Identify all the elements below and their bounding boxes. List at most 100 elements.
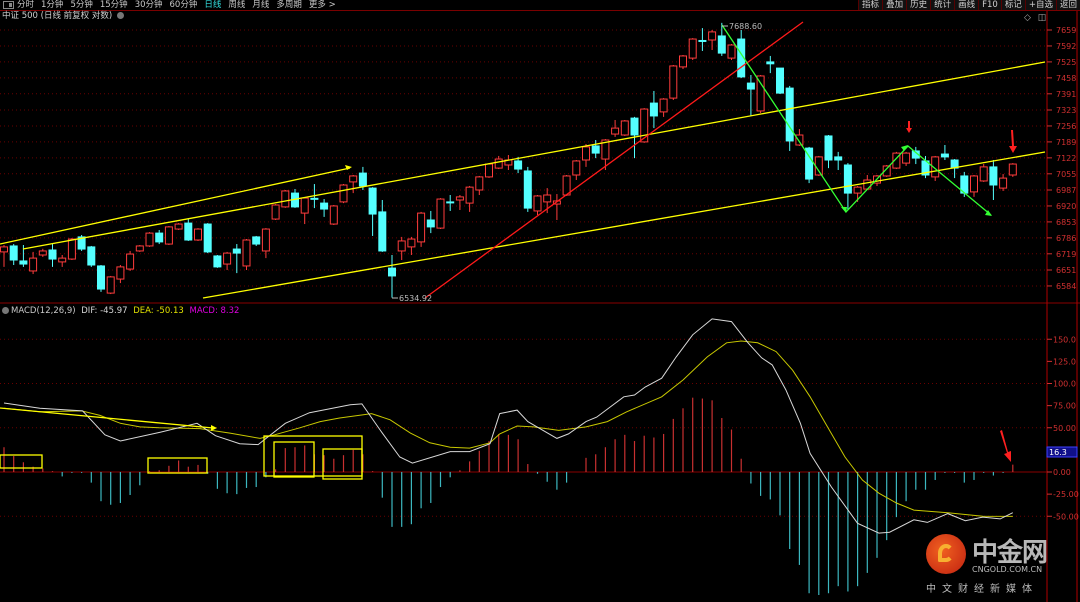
period-more[interactable]: 更多 > [309,0,336,10]
tool-indicator-button[interactable]: 指标 [858,0,883,10]
price-tick-label: 7189 [1056,138,1076,147]
candle-body [203,223,212,253]
price-tick-label: 6584 [1056,282,1076,291]
dif-value: DIF: -45.97 [81,306,128,316]
tool-draw-button[interactable]: 画线 [954,0,979,10]
candle [591,140,600,159]
candle-body [126,253,135,270]
period-weekly[interactable]: 周线 [228,0,245,10]
tool-add-watchlist-button[interactable]: +自选 [1024,0,1056,10]
candle [911,146,920,165]
diamond-icon[interactable]: ◇ [1024,13,1031,23]
price-tick-label: 7323 [1056,106,1076,115]
period-5min[interactable]: 5分钟 [70,0,92,10]
period-daily[interactable]: 日线 [204,0,221,10]
candle-body [475,176,484,191]
candle-body [87,246,96,266]
candle-body [320,202,329,210]
period-30min[interactable]: 30分钟 [135,0,163,10]
candle [999,174,1008,191]
candle [989,160,998,200]
candle-body [698,39,707,42]
candle-body [174,223,183,230]
dea-line [3,340,1013,517]
candle [116,265,125,284]
candle-body [58,257,67,263]
candle-body [485,163,493,178]
panel-icon[interactable]: ◫ [1038,13,1047,23]
period-monthly[interactable]: 月线 [252,0,269,10]
panel-toggle-icon[interactable] [3,1,14,9]
candle-body [436,198,445,229]
candle [1008,163,1017,177]
tool-overlay-button[interactable]: 叠加 [882,0,907,10]
candle-body [223,252,232,265]
candle [902,151,911,166]
candle-body [659,98,668,113]
chart-title-text: 中证 500 (日线 前复权 对数) [2,11,113,21]
period-fenshi[interactable]: 分时 [17,0,34,10]
candle-body [834,156,843,161]
period-1min[interactable]: 1分钟 [41,0,63,10]
price-tick-label: 6719 [1056,250,1076,259]
logo-en: CNGOLD.COM.CN [972,565,1043,574]
candle-body [378,211,387,252]
price-tick-label: 7659 [1056,26,1076,35]
macd-name: MACD(12,26,9) [11,306,76,316]
candle-body [358,172,367,187]
candle-body [853,186,862,194]
period-60min[interactable]: 60分钟 [170,0,198,10]
candle [203,223,212,254]
low-price-label: 6534.92 [399,294,432,303]
candle [698,28,707,51]
chevron-down-icon[interactable] [116,12,124,19]
candle-body [106,276,115,294]
price-tick-label: 7592 [1056,42,1076,51]
candle [194,228,202,241]
candle [455,195,464,210]
price-tick-label: 7391 [1056,90,1076,99]
candle [436,198,445,230]
candle-body [194,228,202,241]
candle [67,238,76,260]
candle-body [843,164,852,194]
tool-mark-button[interactable]: 标记 [1000,0,1025,10]
tool-history-button[interactable]: 历史 [906,0,931,10]
candle-body [940,153,949,158]
candle [407,236,416,255]
candle [970,175,978,197]
period-multi[interactable]: 多周期 [276,0,302,10]
high-price-label: 7688.60 [729,22,762,31]
candle [9,244,18,265]
candle-body [446,201,455,204]
red-trend-line [424,21,804,299]
macd-tick-label: -50.00 [1053,512,1079,521]
candle [979,164,988,182]
gear-icon[interactable] [2,307,9,314]
logo-sub: 中文财经新媒体 [926,584,1038,595]
chart-canvas[interactable]: 7659 7592 7525 7458 7391 7323 7256 7189 7122 7055… [0,0,1080,602]
period-15min[interactable]: 15分钟 [100,0,128,10]
price-tick-label: 7055 [1056,170,1076,179]
candle [708,30,717,50]
candle [320,199,329,217]
candle [388,255,396,298]
candle [485,163,493,178]
candle [397,236,406,260]
candle-body [417,212,426,243]
dea-value: DEA: -50.13 [133,306,184,316]
tool-f10-button[interactable]: F10 [978,0,1001,10]
candle [446,195,455,211]
candle-body [0,246,8,253]
tool-stats-button[interactable]: 统计 [930,0,955,10]
price-tick-label: 6987 [1056,186,1076,195]
candle-body [970,175,978,193]
candle-body [679,55,687,68]
tool-back-button[interactable]: 返回 [1055,0,1080,10]
red-arrow-icon [1000,430,1011,462]
candle [688,38,697,60]
macd-header: MACD(12,26,9) DIF: -45.97 DEA: -50.13 MA… [2,307,239,316]
candle-body [824,135,833,161]
candle-body [368,187,377,215]
candle-body [155,232,164,243]
